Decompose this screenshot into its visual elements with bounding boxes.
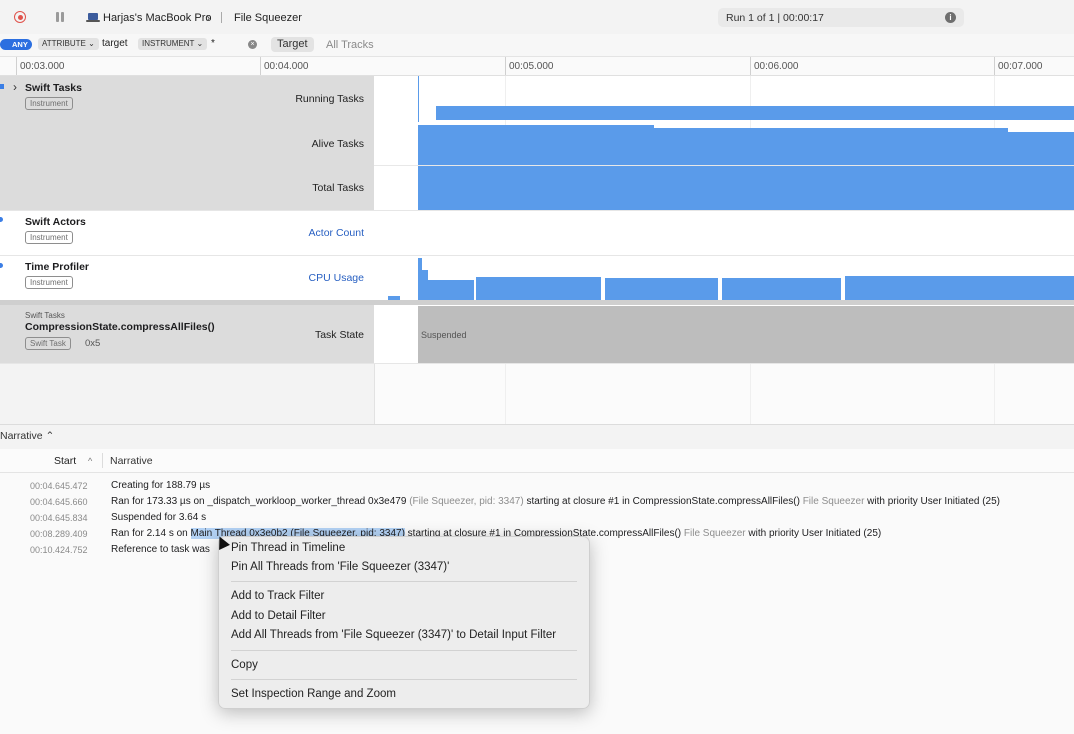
task-id: 0x5 bbox=[85, 338, 101, 349]
row-timestamp: 00:08.289.409 bbox=[30, 529, 88, 539]
instrument-value[interactable]: * bbox=[211, 38, 215, 49]
ruler-tick bbox=[750, 57, 751, 75]
detail-header bbox=[0, 424, 1074, 449]
cpu-usage-bar bbox=[845, 276, 1074, 300]
swift-actors-track-graph[interactable] bbox=[374, 211, 1074, 255]
menu-separator bbox=[231, 650, 577, 651]
suspended-state-text: Suspended bbox=[421, 330, 467, 340]
ruler-label: 00:03.000 bbox=[20, 61, 65, 72]
menu-item-set-inspection-range[interactable]: Set Inspection Range and Zoom bbox=[231, 688, 396, 700]
narrative-row[interactable]: Suspended for 3.64 s bbox=[111, 512, 206, 523]
menu-item-add-detail-filter[interactable]: Add to Detail Filter bbox=[231, 610, 326, 622]
chevron-right-icon: › bbox=[206, 10, 211, 25]
info-icon[interactable]: i bbox=[945, 12, 956, 23]
clear-filter-icon[interactable]: × bbox=[248, 40, 257, 49]
gridline bbox=[994, 364, 995, 424]
menu-item-add-track-filter[interactable]: Add to Track Filter bbox=[231, 590, 324, 602]
gridline bbox=[750, 364, 751, 424]
attribute-value[interactable]: target bbox=[102, 38, 128, 49]
suspended-state-bar[interactable] bbox=[418, 306, 1074, 363]
narrative-row[interactable]: Reference to task was bbox=[111, 544, 210, 555]
narrative-row[interactable]: Ran for 173.33 µs on _dispatch_workloop_… bbox=[111, 496, 1000, 507]
instrument-token[interactable]: INSTRUMENT ⌄ bbox=[138, 38, 208, 50]
any-filter-chip[interactable]: ANY bbox=[0, 39, 32, 50]
run-status-text: Run 1 of 1 | 00:00:17 bbox=[726, 12, 824, 24]
start-column-header[interactable]: Start bbox=[54, 455, 76, 467]
instrument-badge: Instrument bbox=[25, 276, 73, 289]
ruler-label: 00:05.000 bbox=[509, 61, 554, 72]
ruler-tick bbox=[16, 57, 17, 75]
target-button[interactable]: Target bbox=[271, 37, 314, 52]
menu-item-pin-all-threads[interactable]: Pin All Threads from 'File Squeezer (334… bbox=[231, 561, 449, 573]
empty-track-graph bbox=[374, 364, 1074, 424]
app-separator bbox=[221, 12, 222, 23]
swift-task-badge: Swift Task bbox=[25, 337, 71, 350]
task-kicker: Swift Tasks bbox=[25, 311, 65, 320]
alive-tasks-area bbox=[418, 125, 654, 165]
row-timestamp: 00:04.645.834 bbox=[30, 513, 88, 523]
ruler-tick bbox=[505, 57, 506, 75]
row-timestamp: 00:10.424.752 bbox=[30, 545, 88, 555]
all-tracks-button[interactable]: All Tracks bbox=[326, 39, 374, 51]
row-timestamp: 00:04.645.472 bbox=[30, 481, 88, 491]
attribute-token[interactable]: ATTRIBUTE ⌄ bbox=[38, 38, 99, 50]
task-state-label: Task State bbox=[314, 329, 364, 341]
ruler-label: 00:07.000 bbox=[998, 61, 1043, 72]
alive-tasks-area bbox=[654, 128, 1008, 165]
menu-separator bbox=[231, 679, 577, 680]
device-crumb[interactable]: Harjas's MacBook Pro bbox=[103, 12, 211, 24]
running-tasks-label: Running Tasks bbox=[295, 93, 364, 105]
context-menu: Pin Thread in Timeline Pin All Threads f… bbox=[218, 536, 590, 709]
menu-separator bbox=[231, 581, 577, 582]
cpu-usage-bar bbox=[428, 280, 474, 300]
running-tasks-spike bbox=[418, 76, 419, 122]
total-tasks-area bbox=[418, 166, 1074, 210]
menu-item-pin-thread[interactable]: Pin Thread in Timeline bbox=[231, 542, 345, 554]
column-header bbox=[0, 449, 1074, 473]
instrument-badge: Instrument bbox=[25, 97, 73, 110]
narrative-column-header[interactable]: Narrative bbox=[110, 455, 153, 467]
row-timestamp: 00:04.645.660 bbox=[30, 497, 88, 507]
track-color-marker bbox=[0, 84, 4, 89]
laptop-icon bbox=[86, 13, 100, 22]
empty-track-header bbox=[0, 364, 374, 424]
task-title: CompressionState.compressAllFiles() bbox=[25, 321, 215, 333]
menu-item-add-all-threads[interactable]: Add All Threads from 'File Squeezer (334… bbox=[231, 629, 556, 641]
cpu-usage-bar bbox=[476, 277, 601, 300]
menu-item-copy[interactable]: Copy bbox=[231, 659, 258, 671]
cpu-usage-bar bbox=[605, 278, 718, 300]
cpu-usage-bar bbox=[722, 278, 841, 300]
app-crumb[interactable]: File Squeezer bbox=[234, 12, 302, 24]
alive-tasks-area bbox=[1008, 132, 1074, 165]
narrative-selector[interactable]: Narrative ⌃ bbox=[0, 430, 54, 442]
cpu-usage-label[interactable]: CPU Usage bbox=[260, 272, 364, 284]
pause-button[interactable] bbox=[55, 12, 65, 22]
narrative-row[interactable]: Creating for 188.79 µs bbox=[111, 480, 210, 491]
alive-tasks-label: Alive Tasks bbox=[311, 138, 364, 150]
ruler-tick bbox=[260, 57, 261, 75]
ruler-tick bbox=[994, 57, 995, 75]
total-tasks-label: Total Tasks bbox=[312, 182, 364, 194]
column-divider bbox=[102, 453, 103, 468]
ruler-label: 00:06.000 bbox=[754, 61, 799, 72]
record-button[interactable] bbox=[14, 11, 26, 23]
actor-count-label[interactable]: Actor Count bbox=[260, 227, 364, 239]
swift-actors-title: Swift Actors bbox=[25, 216, 86, 228]
disclosure-chevron-icon[interactable]: › bbox=[13, 80, 17, 94]
time-profiler-title: Time Profiler bbox=[25, 261, 89, 273]
gridline bbox=[505, 364, 506, 424]
running-tasks-bar bbox=[436, 106, 1074, 120]
sort-ascending-icon[interactable]: ^ bbox=[88, 456, 92, 466]
instrument-badge: Instrument bbox=[25, 231, 73, 244]
swift-tasks-title: Swift Tasks bbox=[25, 82, 82, 94]
ruler-label: 00:04.000 bbox=[264, 61, 309, 72]
